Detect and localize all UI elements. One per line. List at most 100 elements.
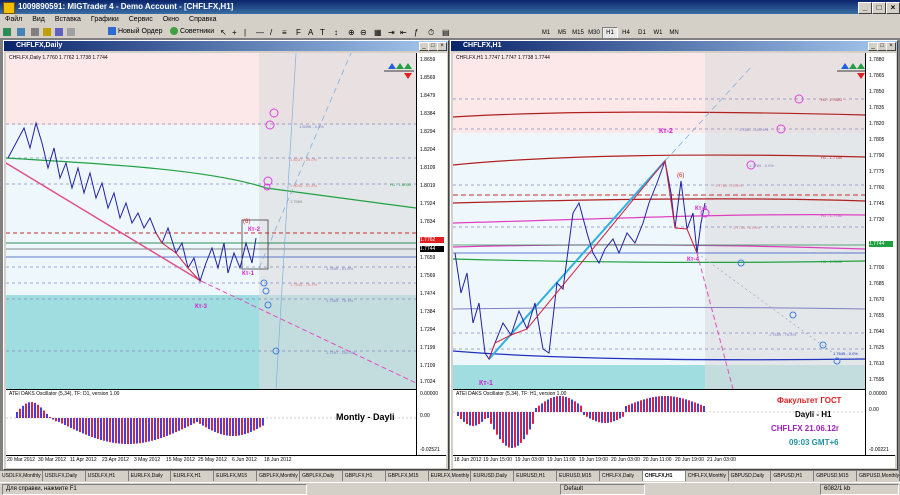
menu-charts[interactable]: Графики [86,14,124,26]
chart-tab[interactable]: EURLFX,Monthly [429,471,472,481]
oscillator-bar [193,418,195,424]
oscillator-bar [85,418,87,435]
oscillator-bar [22,405,24,418]
oscillator-bar [550,398,552,412]
time-tick: 23 Apr 2012 [102,457,129,463]
oscillator-bar [667,396,669,412]
oscillator-bar [592,412,594,420]
price-tick: 1.7745 [869,201,885,207]
time-tick: 6 Jun 2012 [232,457,257,463]
price-axis[interactable]: 1.8659 1.8569 1.8479 1.8384 1.8294 1.820… [416,53,447,389]
window-title: 1009890591: MIGTrader 4 - Demo Account -… [18,2,234,11]
zoom-out-icon: ⊖ [360,28,367,37]
oscillator-bar [142,418,144,443]
chart-tab[interactable]: GBPLFX,H1 [343,471,386,481]
oscillator-svg [6,402,416,444]
menu-view[interactable]: Вид [27,14,50,26]
price-chart[interactable]: 1.8396 - 0.0% 1.8247 - 25.0% 1.8046 - 61… [6,53,416,389]
drawing-tools[interactable]: ↖ + | — / ≡ F A T ↕ ⊕ ⊖ ▦ ⇥ ⇤ ƒ ⏱ ▤ [218,27,518,37]
oscillator-bar [568,398,570,412]
time-axis: 18 Jun 2012 19 Jun 15:00 19 Jun 03:00 19… [453,455,895,468]
oscillator-bar [664,396,666,412]
oscillator-bar [601,412,603,423]
oscillator-bar [595,412,597,422]
price-tick: 1.7294 [420,327,436,333]
chart-tab[interactable]: USDLFX,Daily [43,471,86,481]
chart-tab[interactable]: GBPLFX,Monthly [257,471,300,481]
menu-tools[interactable]: Сервис [124,14,158,26]
navigator-icon [43,28,51,36]
chart-window-h1[interactable]: CHFLFX,H1 _ □ × H1 - 1.7820 1.7807 - 100… [450,40,898,470]
chart-tab[interactable]: CHFLFX,Daily [600,471,643,481]
price-tick: 1.7199 [420,345,436,351]
chart-window-daily[interactable]: CHFLFX,Daily _ □ × 1.8396 - 0.0% 1.8247 … [3,40,449,470]
oscillator-bar [100,418,102,440]
oscillator-bar [130,418,132,444]
oscillator-pane[interactable]: ATEI DAKS Oscillator (5,34), TF: H1, ver… [453,389,865,456]
price-tick: 1.7834 [420,219,436,225]
oscillator-bar [637,401,639,412]
chart-tab[interactable]: GBPUSD,M15 [814,471,858,481]
chart-tab[interactable]: USDLFX,H1 [86,471,129,481]
close-button[interactable]: × [886,2,900,14]
chart-tab[interactable]: USDLFX,Monthly [0,471,43,481]
oscillator-bar [37,404,39,418]
caption-line3: CHFLFX 21.06.12г [771,424,840,433]
chart-tab[interactable]: CHFLFX,Monthly [686,471,729,481]
menu-insert[interactable]: Вставка [50,14,86,26]
price-tick: 1.7109 [420,363,436,369]
oscillator-bar [46,413,48,418]
price-tick: 1.7569 [420,273,436,279]
oscillator-bar [538,405,540,412]
chart-tab[interactable]: EURUSD,Daily [471,471,515,481]
oscillator-bar [529,412,531,430]
osc-tick: 0.00000 [420,391,439,397]
menu-help[interactable]: Справка [184,14,221,26]
market-watch-icon [31,28,39,36]
level-label: 1.7769 - 76.4% [715,183,743,188]
oscillator-bar [697,403,699,412]
oscillator-bar [658,396,660,412]
chart-tab[interactable]: EURUSD,H1 [514,471,558,481]
oscillator-bar [148,418,150,442]
oscillator-bar [196,418,198,422]
oscillator-bar [160,418,162,439]
oscillator-pane[interactable]: ATEI DAKS Oscillator (5,34), TF: D1, ver… [6,389,416,456]
price-axis[interactable]: 1.7880 1.7865 1.7850 1.7835 1.7820 1.780… [865,53,896,389]
level-label: 1.7297 - 100.0% [326,350,356,355]
oscillator-bar [619,412,621,419]
oscillator-bar [184,418,186,428]
price-chart[interactable]: H1 - 1.7820 1.7807 - 100.0% 1.7789 - 0.0… [453,53,865,389]
menu-window[interactable]: Окно [158,14,184,26]
chart-tab[interactable]: EURLFX,H1 [171,471,215,481]
chart-tab[interactable]: GBPUSD,H1 [771,471,815,481]
indicators-icon: ƒ [414,28,418,37]
oscillator-bar [691,401,693,412]
chart-tab[interactable]: GBPUSD,Daily [729,471,772,481]
advisors-button[interactable]: Советники [170,27,214,37]
chart-tab[interactable]: GBPLFX,M15 [386,471,429,481]
toolbar-icons[interactable] [3,27,103,37]
menu-file[interactable]: Файл [0,14,27,26]
oscillator-bar [157,418,159,440]
oscillator-bar [67,418,69,427]
price-tick: 1.7659 [420,255,436,261]
time-tick: 11 Apr 2012 [70,457,97,463]
chart-tab[interactable]: EURLFX,M15 [214,471,258,481]
minimize-button[interactable]: _ [858,2,872,14]
price-tick: 1.7775 [869,169,885,175]
label-icon: T [320,28,325,37]
price-tick: 1.8384 [420,111,436,117]
window-close-button[interactable]: × [437,42,447,51]
window-close-button[interactable]: × [886,42,896,51]
maximize-button[interactable]: □ [872,2,886,14]
chart-tab[interactable]: GBPLFX,Daily [300,471,343,481]
chart-tab[interactable]: EURUSD,M15 [557,471,600,481]
oscillator-bar [628,404,630,412]
chart-tab[interactable]: CHFLFX,H1 [642,471,686,481]
new-order-button[interactable]: Новый Ордер [108,27,163,37]
chart-tab[interactable]: GBPUSD,Monthly [857,471,900,481]
chart-tab[interactable]: EURLFX,Daily [129,471,172,481]
shift-icon: ⇤ [400,28,407,37]
menu-bar: Файл Вид Вставка Графики Сервис Окно Справка [0,14,900,26]
